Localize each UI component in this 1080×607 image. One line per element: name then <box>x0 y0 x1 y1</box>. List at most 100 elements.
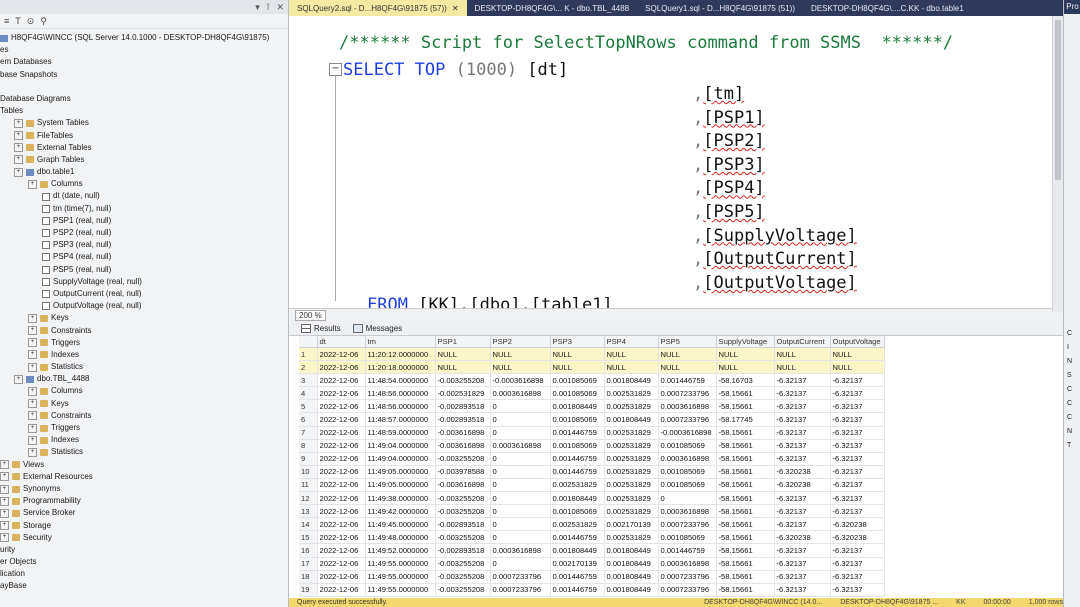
sql-editor[interactable]: /****** Script for SelectTopNRows comman… <box>289 16 1063 308</box>
tree-node[interactable]: + Storage <box>0 520 288 532</box>
filter-icon[interactable]: ≡ <box>4 16 9 26</box>
table-cell[interactable]: 11:49:05.0000000 <box>365 465 436 479</box>
tree-node[interactable]: base Snapshots <box>0 69 288 81</box>
table-cell[interactable]: 0.0003616898 <box>658 399 717 414</box>
table-cell[interactable]: -58.15661 <box>716 504 775 519</box>
tree-node[interactable]: em Databases <box>0 56 288 68</box>
table-cell[interactable]: 2022-12-06 <box>317 452 366 466</box>
table-cell[interactable]: -6.32137 <box>830 557 885 571</box>
table-cell[interactable]: 0.001808449 <box>604 412 659 427</box>
table-cell[interactable]: 0.001085069 <box>550 373 605 388</box>
table-cell[interactable]: 0 <box>658 491 717 506</box>
table-cell[interactable]: 11:48:56.0000000 <box>365 399 436 414</box>
table-cell[interactable]: -0.003255208 <box>435 452 491 466</box>
tree-node[interactable]: PSP3 (real, null) <box>0 239 288 251</box>
table-cell[interactable]: 11:48:56.0000000 <box>365 386 436 401</box>
table-cell[interactable]: -0.003978588 <box>435 465 491 479</box>
table-cell[interactable]: NULL <box>435 360 491 375</box>
tab-results[interactable]: Results <box>301 323 341 333</box>
table-cell[interactable]: 0.0007233796 <box>658 517 717 532</box>
table-cell[interactable]: 0.002531829 <box>604 399 659 414</box>
table-cell[interactable]: -58.15661 <box>716 543 775 558</box>
tree-node[interactable]: + Keys <box>0 312 288 324</box>
table-cell[interactable]: 0.001446759 <box>658 373 717 388</box>
row-number[interactable]: 3 <box>299 373 318 388</box>
table-cell[interactable]: -6.32137 <box>774 517 831 532</box>
table-cell[interactable]: NULL <box>604 347 659 362</box>
tree-node[interactable]: + Views <box>0 459 288 471</box>
tree-node[interactable]: H8QF4G\WINCC (SQL Server 14.0.1000 - DES… <box>0 32 288 44</box>
row-number[interactable]: 17 <box>299 557 318 571</box>
table-cell[interactable]: 0.001808449 <box>604 557 659 571</box>
table-row[interactable]: 4 2022-12-06 11:48:56.0000000 -0.002531829 0… <box>299 386 885 401</box>
table-row[interactable]: 2 2022-12-06 11:20:18.0000000 NULL NULL NULL N… <box>299 360 885 375</box>
tree-node[interactable]: + dbo.table1 <box>0 166 288 178</box>
table-cell[interactable]: -6.320238 <box>774 465 831 479</box>
table-cell[interactable]: -6.32137 <box>830 543 885 558</box>
tree-node[interactable]: urity <box>0 544 288 556</box>
column-header[interactable]: PSP3 <box>550 336 605 348</box>
table-cell[interactable]: 0.002531829 <box>550 478 605 493</box>
table-row[interactable]: 7 2022-12-06 11:48:59.0000000 -0.003616898 0… <box>299 426 885 440</box>
row-number[interactable]: 14 <box>299 517 318 532</box>
table-cell[interactable]: 0.0007233796 <box>490 570 551 584</box>
table-cell[interactable]: 0.0003616898 <box>490 386 551 401</box>
table-cell[interactable]: 0.0003616898 <box>490 543 551 558</box>
tree-node[interactable]: + External Tables <box>0 142 288 154</box>
table-cell[interactable]: 0.001808449 <box>550 543 605 558</box>
table-cell[interactable]: 0 <box>490 530 551 545</box>
table-cell[interactable]: -0.003255208 <box>435 491 491 506</box>
table-cell[interactable]: NULL <box>490 347 551 362</box>
row-number[interactable]: 10 <box>299 465 318 479</box>
table-cell[interactable]: -58.15661 <box>716 517 775 532</box>
tree-node[interactable]: PSP5 (real, null) <box>0 264 288 276</box>
table-cell[interactable]: 0.002531829 <box>604 530 659 545</box>
document-tab[interactable]: DESKTOP-DH8QF4G\... K - dbo.TBL_4488 <box>467 0 638 16</box>
table-cell[interactable]: 0 <box>490 426 551 440</box>
column-header[interactable]: PSP2 <box>490 336 551 348</box>
table-cell[interactable]: -6.32137 <box>774 504 831 519</box>
table-cell[interactable]: 11:49:38.0000000 <box>365 491 436 506</box>
expand-icon[interactable]: + <box>28 326 37 336</box>
table-cell[interactable]: -58.15661 <box>716 452 775 466</box>
table-cell[interactable]: -58.15661 <box>716 399 775 414</box>
table-cell[interactable]: -6.32137 <box>830 412 885 427</box>
table-row[interactable]: 19 2022-12-06 11:49:55.0000000 -0.003255208… <box>299 583 885 597</box>
table-cell[interactable]: -0.003255208 <box>435 373 491 388</box>
table-cell[interactable]: 0.0007233796 <box>658 570 717 584</box>
expand-icon[interactable]: + <box>28 350 37 360</box>
column-header[interactable]: PSP4 <box>604 336 659 348</box>
tree-node[interactable]: + Columns <box>0 385 288 397</box>
tree-node[interactable]: + Indexes <box>0 434 288 446</box>
dropdown-icon[interactable]: ▾ <box>255 2 260 13</box>
table-cell[interactable]: -6.32137 <box>830 386 885 401</box>
tree-node[interactable]: + Graph Tables <box>0 154 288 166</box>
expand-icon[interactable]: + <box>14 118 23 128</box>
row-number[interactable]: 6 <box>299 412 318 427</box>
table-cell[interactable]: 0.0003616898 <box>658 452 717 466</box>
table-row[interactable]: 15 2022-12-06 11:49:48.0000000 -0.003255208… <box>299 530 885 545</box>
table-row[interactable]: 10 2022-12-06 11:49:05.0000000 -0.003978588… <box>299 465 885 479</box>
tree-node[interactable]: tm (time(7), null) <box>0 203 288 215</box>
table-cell[interactable]: 11:48:54.0000000 <box>365 373 436 388</box>
tree-node[interactable]: + dbo.TBL_4488 <box>0 373 288 385</box>
table-cell[interactable]: NULL <box>550 360 605 375</box>
table-cell[interactable]: -6.32137 <box>830 478 885 493</box>
table-cell[interactable]: -6.32137 <box>774 439 831 453</box>
tree-node[interactable]: SupplyVoltage (real, null) <box>0 276 288 288</box>
table-cell[interactable]: 0 <box>490 465 551 479</box>
table-cell[interactable]: -58.15661 <box>716 426 775 440</box>
table-cell[interactable]: 0.001446759 <box>550 530 605 545</box>
table-cell[interactable]: -0.003255208 <box>435 504 491 519</box>
table-cell[interactable]: NULL <box>658 360 717 375</box>
table-cell[interactable]: 0.001085069 <box>550 504 605 519</box>
table-cell[interactable]: 2022-12-06 <box>317 412 366 427</box>
tree-node[interactable]: OutputVoltage (real, null) <box>0 300 288 312</box>
table-cell[interactable]: -6.32137 <box>830 426 885 440</box>
row-number[interactable]: 13 <box>299 504 318 519</box>
table-cell[interactable]: 0.001808449 <box>550 491 605 506</box>
table-row[interactable]: 3 2022-12-06 11:48:54.0000000 -0.003255208-… <box>299 373 885 388</box>
expand-icon[interactable]: + <box>0 496 9 506</box>
table-cell[interactable]: NULL <box>774 360 831 375</box>
row-number[interactable]: 5 <box>299 399 318 414</box>
